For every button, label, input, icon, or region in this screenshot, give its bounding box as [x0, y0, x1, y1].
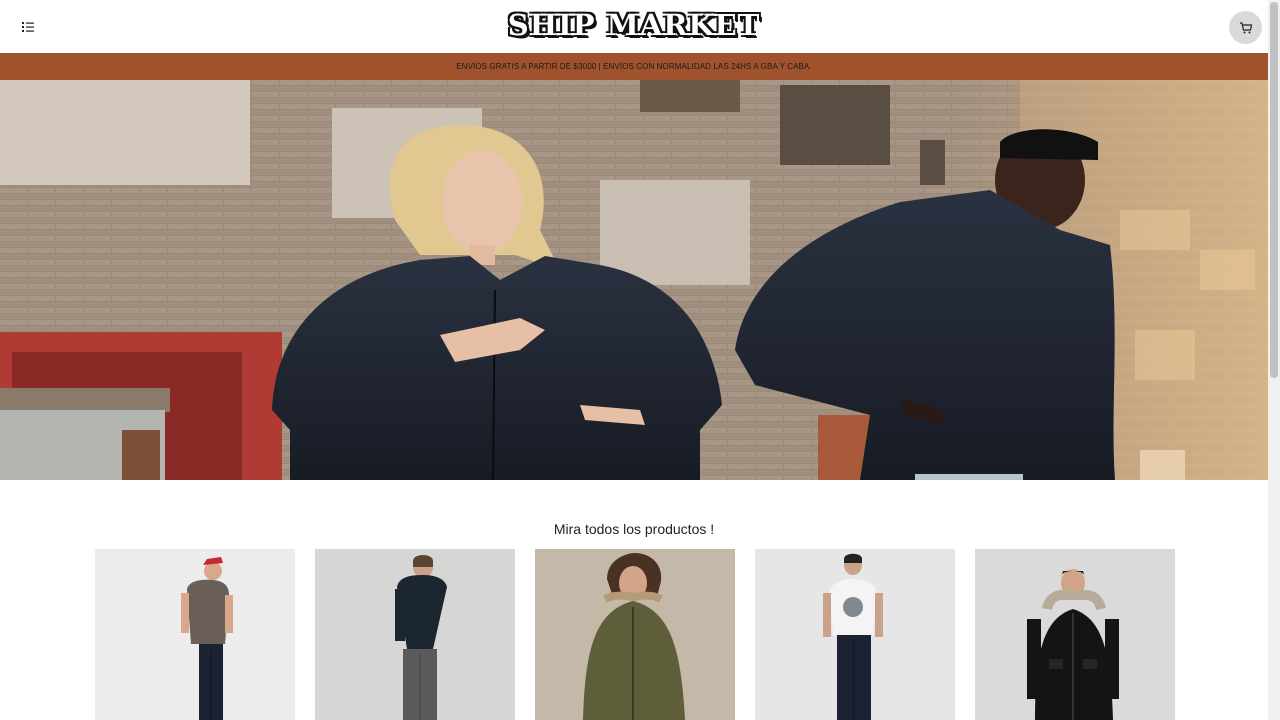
promo-text: ENVÍOS GRATIS A PARTIR DE $3000 | ENVÍOS…	[456, 62, 812, 71]
cart-icon	[1239, 21, 1252, 33]
product-card[interactable]	[315, 549, 515, 720]
product-card[interactable]	[755, 549, 955, 720]
product-card[interactable]	[95, 549, 295, 720]
page-scrollbar[interactable]	[1268, 0, 1280, 720]
product-grid	[95, 549, 1175, 720]
hero-image	[0, 80, 1268, 480]
promo-banner: ENVÍOS GRATIS A PARTIR DE $3000 | ENVÍOS…	[0, 53, 1268, 80]
site-header: SHIP MARKET	[0, 0, 1268, 53]
product-card[interactable]	[535, 549, 735, 720]
scrollbar-thumb[interactable]	[1270, 2, 1278, 378]
site-logo[interactable]: SHIP MARKET	[0, 8, 1268, 42]
cart-button[interactable]	[1229, 11, 1262, 44]
products-section-title: Mira todos los productos !	[553, 521, 715, 537]
product-card[interactable]	[975, 549, 1175, 720]
